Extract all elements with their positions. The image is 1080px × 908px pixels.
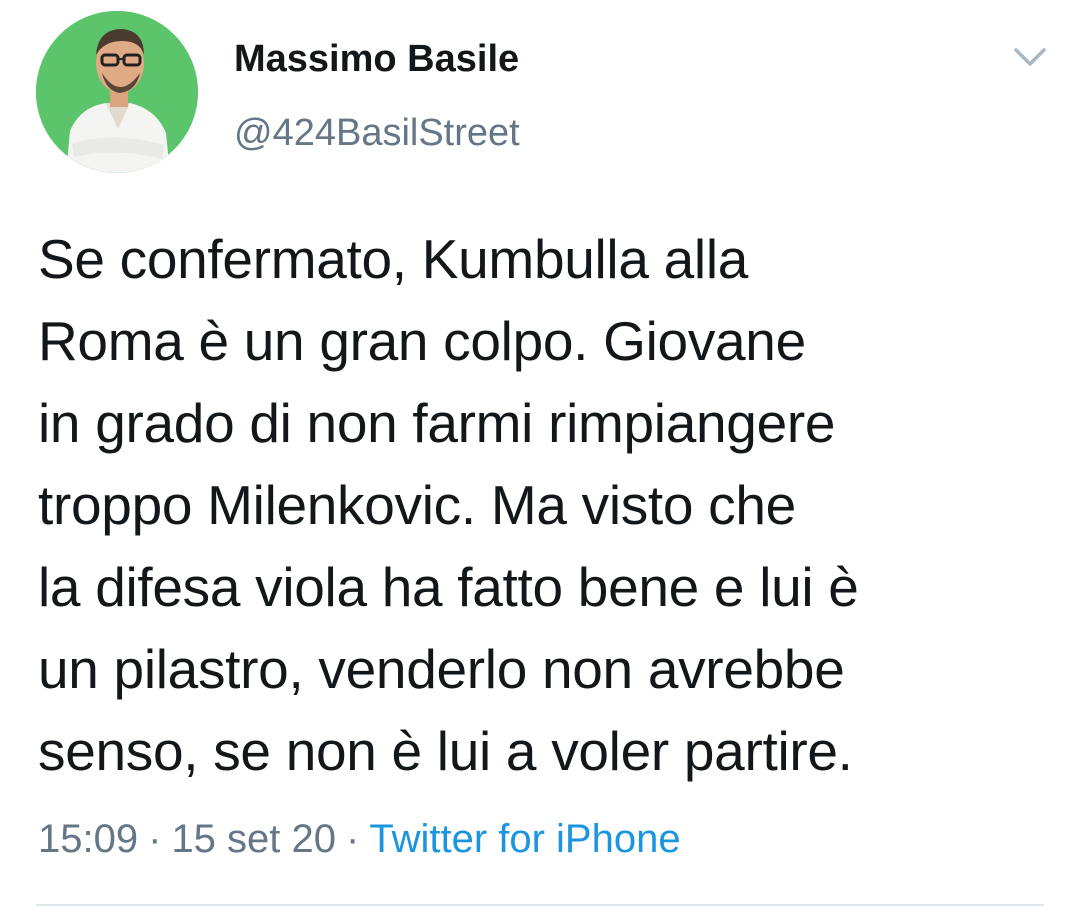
meta-separator: · bbox=[346, 817, 360, 861]
tweet-text: Se confermato, Kumbulla alla Roma è un g… bbox=[38, 228, 859, 782]
chevron-down-icon[interactable] bbox=[1012, 44, 1048, 70]
tweet-time[interactable]: 15:09 bbox=[38, 817, 138, 861]
tweet-meta: 15:09 · 15 set 20 · Twitter for iPhone bbox=[38, 814, 681, 864]
display-name[interactable]: Massimo Basile bbox=[234, 36, 519, 82]
tweet-date[interactable]: 15 set 20 bbox=[171, 817, 336, 861]
tweet: Massimo Basile @424BasilStreet Se confer… bbox=[0, 0, 1080, 908]
meta-separator: · bbox=[148, 817, 162, 861]
user-handle[interactable]: @424BasilStreet bbox=[234, 110, 520, 156]
avatar[interactable] bbox=[36, 11, 198, 173]
tweet-source-link[interactable]: Twitter for iPhone bbox=[369, 817, 680, 861]
divider bbox=[36, 904, 1044, 906]
profile-photo-icon bbox=[36, 11, 198, 173]
